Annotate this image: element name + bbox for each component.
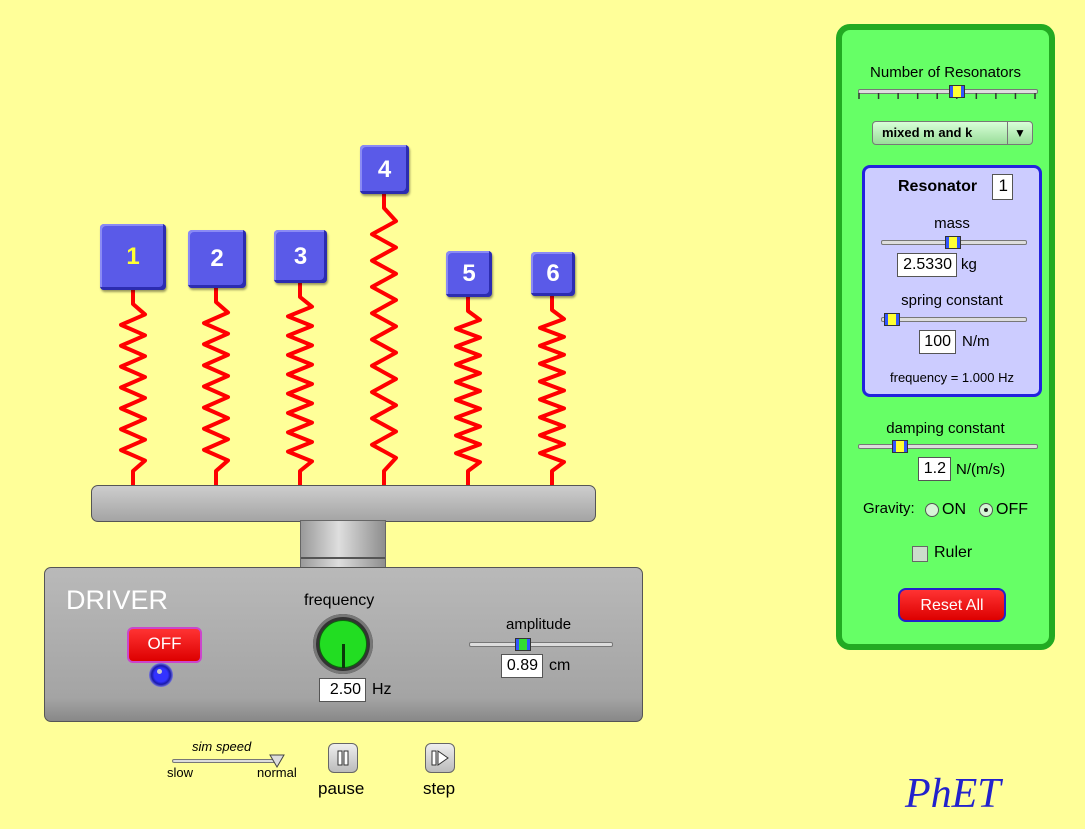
- frequency-unit: Hz: [372, 681, 392, 698]
- amplitude-slider-track[interactable]: [469, 642, 613, 647]
- frequency-value[interactable]: 2.50: [319, 678, 366, 702]
- gravity-on-radio[interactable]: [925, 503, 939, 517]
- damping-slider-track[interactable]: [858, 444, 1038, 449]
- driver-box: DRIVER OFF frequency 2.50 Hz amplitude 0…: [44, 567, 643, 722]
- resonator-block-5[interactable]: 5: [446, 251, 492, 297]
- spring-2: [202, 288, 230, 485]
- spring-4: [370, 194, 398, 485]
- damping-slider-thumb[interactable]: [892, 440, 908, 453]
- mode-dropdown-value: mixed m and k: [882, 125, 973, 140]
- gravity-off-radio[interactable]: [979, 503, 993, 517]
- frequency-knob[interactable]: [313, 614, 373, 674]
- spring-constant-slider-track[interactable]: [881, 317, 1027, 322]
- spring-constant-slider-thumb[interactable]: [884, 313, 900, 326]
- amplitude-label: amplitude: [506, 616, 572, 633]
- gravity-off-label[interactable]: OFF: [996, 501, 1028, 519]
- pause-label: pause: [318, 779, 365, 798]
- spring-3: [286, 283, 314, 485]
- resonator-title: Resonator: [898, 178, 978, 195]
- mass-slider-thumb[interactable]: [945, 236, 961, 249]
- resonator-index-field[interactable]: 1: [992, 174, 1013, 200]
- mass-value[interactable]: 2.5330: [897, 253, 957, 277]
- pause-button[interactable]: [328, 743, 358, 773]
- spring-constant-value[interactable]: 100: [919, 330, 956, 354]
- mode-dropdown[interactable]: mixed m and k ▼: [872, 121, 1033, 145]
- resonator-block-2[interactable]: 2: [188, 230, 246, 288]
- frequency-label: frequency: [304, 592, 375, 609]
- resonator-block-6[interactable]: 6: [531, 252, 575, 296]
- step-icon: [431, 750, 449, 766]
- amplitude-unit: cm: [549, 657, 571, 674]
- ruler-checkbox[interactable]: [912, 546, 928, 562]
- damping-unit: N/(m/s): [956, 461, 1006, 478]
- mass-label: mass: [934, 215, 970, 232]
- shaker-post: [300, 520, 386, 570]
- damping-value[interactable]: 1.2: [918, 457, 951, 481]
- reset-all-button[interactable]: Reset All: [898, 588, 1006, 622]
- phet-logo: PhET: [905, 771, 1001, 817]
- spring-constant-unit: N/m: [962, 333, 990, 350]
- step-button[interactable]: [425, 743, 455, 773]
- sim-speed-normal-label: normal: [257, 765, 297, 780]
- sim-speed-slider-track[interactable]: [172, 759, 280, 763]
- control-panel: Number of Resonators mixed m and k ▼ Res…: [836, 24, 1055, 650]
- spring-5: [454, 297, 482, 485]
- driver-power-button[interactable]: OFF: [127, 627, 202, 663]
- gravity-label: Gravity:: [863, 500, 915, 517]
- resonator-frequency-text: frequency = 1.000 Hz: [890, 370, 1014, 385]
- resonator-block-1[interactable]: 1: [100, 224, 166, 290]
- ruler-label[interactable]: Ruler: [934, 544, 972, 562]
- step-label: step: [423, 779, 456, 798]
- chevron-down-icon: ▼: [1007, 122, 1032, 144]
- shaker-platform: [91, 485, 596, 522]
- mass-unit: kg: [961, 256, 977, 273]
- power-indicator-icon: [149, 663, 173, 687]
- driver-title: DRIVER: [66, 585, 169, 615]
- damping-label: damping constant: [886, 420, 1005, 437]
- gravity-on-label[interactable]: ON: [942, 501, 966, 519]
- sim-speed-label: sim speed: [192, 739, 252, 754]
- num-resonators-slider-thumb[interactable]: [948, 85, 965, 98]
- resonator-block-3[interactable]: 3: [274, 230, 327, 283]
- resonator-block-4[interactable]: 4: [360, 145, 409, 194]
- amplitude-slider-thumb[interactable]: [515, 638, 531, 651]
- num-resonators-label: Number of Resonators: [870, 64, 1021, 81]
- resonator-settings-box: Resonator 1 mass 2.5330 kg spring consta…: [862, 165, 1042, 397]
- sim-speed-slow-label: slow: [167, 765, 194, 780]
- pause-icon: [337, 750, 349, 766]
- spring-6: [538, 296, 566, 485]
- spring-constant-label: spring constant: [901, 292, 1003, 309]
- amplitude-value[interactable]: 0.89: [501, 654, 543, 678]
- spring-1: [119, 290, 147, 485]
